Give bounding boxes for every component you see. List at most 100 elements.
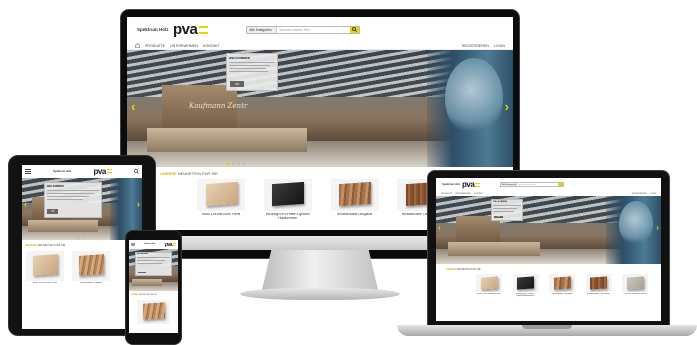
- product-card[interactable]: Terrassendiele Thermokiefer: [585, 274, 612, 300]
- product-grid: Auslo 3,5x1mit Erker Fichte treDesign HP…: [476, 274, 648, 300]
- product-name: Auslo 3,5x1mit Erker Fichte: [32, 282, 58, 284]
- slider-next-arrow[interactable]: ›: [505, 100, 509, 113]
- product-image: [626, 275, 644, 290]
- product-card[interactable]: Terrassendiele Douglasie: [549, 274, 575, 300]
- section-heading: UNSERE NEUHEITEN FÜR SIE: [446, 268, 481, 271]
- hero-reception-desk: [147, 128, 307, 152]
- tablet-screen: Spektrum Holz pva WILLKOMMEN OK ‹ › UNSE…: [22, 165, 142, 329]
- product-card[interactable]: Terrassendiele Douglasie: [137, 300, 170, 329]
- slider-prev-arrow[interactable]: ‹: [131, 100, 135, 113]
- welcome-popup: WILLKOMMEN OK: [44, 182, 102, 218]
- menu-icon[interactable]: [25, 168, 31, 174]
- home-icon[interactable]: [135, 43, 140, 48]
- product-card[interactable]: Auslo 3,5x1mit Erker Fichte: [476, 274, 502, 300]
- product-card[interactable]: Auslo 3,5x1mit Erker Fichte: [197, 179, 245, 225]
- product-card[interactable]: treDesign HPL/Platte 3-gemmit Holzfurnie…: [512, 274, 539, 300]
- pva-logo[interactable]: pva: [462, 180, 481, 189]
- search-bar[interactable]: Alle Kategorien Wonach suchen Sie?: [246, 25, 361, 34]
- laptop-notch: [522, 325, 572, 329]
- hero-reception-desk: [28, 220, 98, 232]
- logo-bars-icon: [199, 25, 209, 34]
- welcome-popup: WILLKOMMEN OK: [135, 252, 172, 276]
- section-heading-prefix: UNSERE: [25, 243, 37, 247]
- product-card[interactable]: treDesign HPL/Platte 3-gemmit Holzfurnie…: [263, 179, 312, 225]
- brand-name: Spektrum Holz: [144, 244, 156, 245]
- search-icon[interactable]: [134, 168, 139, 174]
- search-bar[interactable]: Alle Kategorien Wonach suchen Sie?: [500, 182, 565, 187]
- section-heading-prefix: UNSERE: [131, 294, 139, 296]
- register-link[interactable]: REGISTRIEREN: [462, 44, 489, 48]
- product-image: [339, 182, 371, 207]
- popup-title: WILLKOMMEN: [493, 201, 507, 203]
- popup-ok-button[interactable]: OK: [494, 216, 503, 218]
- product-card[interactable]: 3,5x1mit Paneele Fichte mit: [622, 274, 648, 300]
- site-header: Spektrum Holz pva: [22, 165, 142, 177]
- popup-ok-button[interactable]: OK: [138, 272, 147, 273]
- category-select[interactable]: Alle Kategorien: [247, 26, 278, 33]
- hero-face-graphic: [619, 201, 653, 247]
- hero-slider: WILLKOMMEN OK: [129, 249, 178, 291]
- login-link[interactable]: LOGIN: [494, 44, 505, 48]
- section-heading: UNSERE NEUHEITEN FÜR SIE: [160, 171, 218, 176]
- hero-slider: WILLKOMMEN OK ‹ ›: [436, 196, 661, 264]
- pva-logo[interactable]: pva: [165, 242, 176, 248]
- slider-prev-arrow[interactable]: ‹: [24, 200, 27, 209]
- search-button[interactable]: [350, 26, 360, 33]
- hero-signage: Kaufmann Zentr: [189, 102, 248, 110]
- pva-logo[interactable]: pva: [94, 167, 112, 176]
- laptop-screen: Spektrum Holz pva Alle Kategorien Wonach…: [436, 178, 661, 321]
- product-card[interactable]: Terrassendiele Douglasie: [330, 179, 379, 225]
- register-link[interactable]: REGISTRIEREN: [632, 193, 647, 195]
- login-link[interactable]: LOGIN: [650, 193, 656, 195]
- device-mockup-stage: Spektrum Holz pva Alle Kategorien Wonach…: [0, 0, 697, 345]
- product-name: Terrassendiele Thermokiefer: [586, 293, 611, 295]
- product-name: treDesign HPL/Platte 3-gemmit Holzfurnie…: [515, 293, 536, 298]
- product-image: [553, 275, 571, 290]
- nav-item-produkte[interactable]: PRODUKTE: [145, 44, 165, 48]
- product-card[interactable]: Auslo 3,5x1mit Erker Fichte: [26, 251, 64, 288]
- slider-next-arrow[interactable]: ›: [137, 200, 140, 209]
- hero-slider: Kaufmann Zentr WILLKOMMEN OK ‹ ›: [127, 50, 513, 167]
- product-name: Terrassendiele Douglasie: [79, 282, 103, 284]
- nav-item-kontakt[interactable]: KONTAKT: [203, 44, 220, 48]
- section-heading-title: NEUHEITEN FÜR SIE: [139, 294, 157, 296]
- hero-slider: WILLKOMMEN OK ‹ ›: [22, 178, 142, 240]
- product-name: Terrassendiele Douglasie: [551, 293, 573, 295]
- popup-ok-button[interactable]: OK: [47, 209, 59, 214]
- search-input[interactable]: Wonach suchen Sie?: [277, 28, 350, 32]
- popup-title: WILLKOMMEN: [47, 185, 64, 188]
- slider-prev-arrow[interactable]: ‹: [438, 224, 441, 232]
- slider-next-arrow[interactable]: ›: [656, 224, 659, 232]
- section-heading-prefix: UNSERE: [446, 268, 456, 271]
- phone-screen: Spektrum Holz pva WILLKOMMEN OK UNSERE N…: [129, 240, 178, 333]
- product-image: [205, 182, 238, 207]
- product-image: [590, 275, 608, 290]
- nav-item-unternehmen[interactable]: UNTERNEHMEN: [455, 193, 471, 195]
- product-name: Terrassendiele Douglasie: [144, 325, 163, 326]
- nav-item-unternehmen[interactable]: UNTERNEHMEN: [170, 44, 198, 48]
- product-image: [32, 254, 58, 277]
- pva-logo[interactable]: pva: [173, 21, 209, 38]
- product-card[interactable]: Terrassendiele Douglasie: [72, 251, 110, 288]
- product-name: Auslo 3,5x1mit Erker Fichte: [201, 213, 241, 216]
- slider-dots: [74, 237, 84, 239]
- product-image: [480, 275, 498, 290]
- welcome-popup: WILLKOMMEN OK: [491, 199, 523, 221]
- nav-item-produkte[interactable]: PRODUKTE: [441, 193, 452, 195]
- logo-bars-icon: [475, 182, 481, 187]
- search-input[interactable]: Wonach suchen Sie?: [517, 184, 558, 186]
- welcome-popup: WILLKOMMEN OK: [226, 53, 278, 91]
- section-heading-title: NEUHEITEN FÜR SIE: [177, 171, 218, 176]
- product-image: [78, 254, 104, 277]
- product-image: [272, 182, 305, 207]
- popup-ok-button[interactable]: OK: [230, 81, 245, 87]
- nav-item-kontakt[interactable]: KONTAKT: [474, 193, 483, 195]
- popup-title: WILLKOMMEN: [229, 56, 250, 60]
- search-button[interactable]: [558, 183, 564, 186]
- category-select[interactable]: Alle Kategorien: [501, 183, 518, 186]
- menu-icon[interactable]: [131, 243, 135, 246]
- desktop-stand: [262, 250, 378, 290]
- product-grid: Auslo 3,5x1mit Erker Fichte Terrassendie…: [26, 251, 110, 288]
- logo-bars-icon: [172, 243, 176, 246]
- main-nav: PRODUKTE UNTERNEHMEN KONTAKT REGISTRIERE…: [127, 42, 513, 50]
